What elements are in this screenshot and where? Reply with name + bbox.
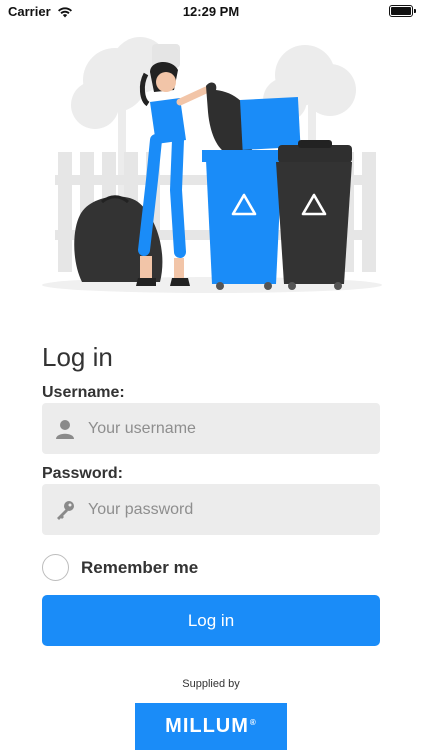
login-button[interactable]: Log in [42,595,380,646]
brand-name: MILLUM [165,715,249,737]
remember-me-label[interactable]: Remember me [81,558,198,578]
username-input[interactable] [88,408,368,449]
page-title: Log in [42,342,113,372]
supplied-by-label: Supplied by [182,678,240,690]
user-icon [42,403,88,454]
remember-me-row[interactable]: Remember me [42,554,198,581]
remember-me-checkbox[interactable] [42,554,69,581]
key-icon [42,484,88,535]
brand-mark: ® [249,718,257,727]
password-field[interactable] [42,484,380,535]
battery-icon [389,5,416,17]
username-field[interactable] [42,403,380,454]
status-time: 12:29 PM [182,4,240,19]
brand-logo: MILLUM ® [135,703,287,750]
username-label: Username: [42,384,125,401]
waste-collection-illustration [42,37,382,293]
password-input[interactable] [88,489,368,530]
status-bar: Carrier 12:29 PM [0,0,422,22]
password-label: Password: [42,465,123,482]
